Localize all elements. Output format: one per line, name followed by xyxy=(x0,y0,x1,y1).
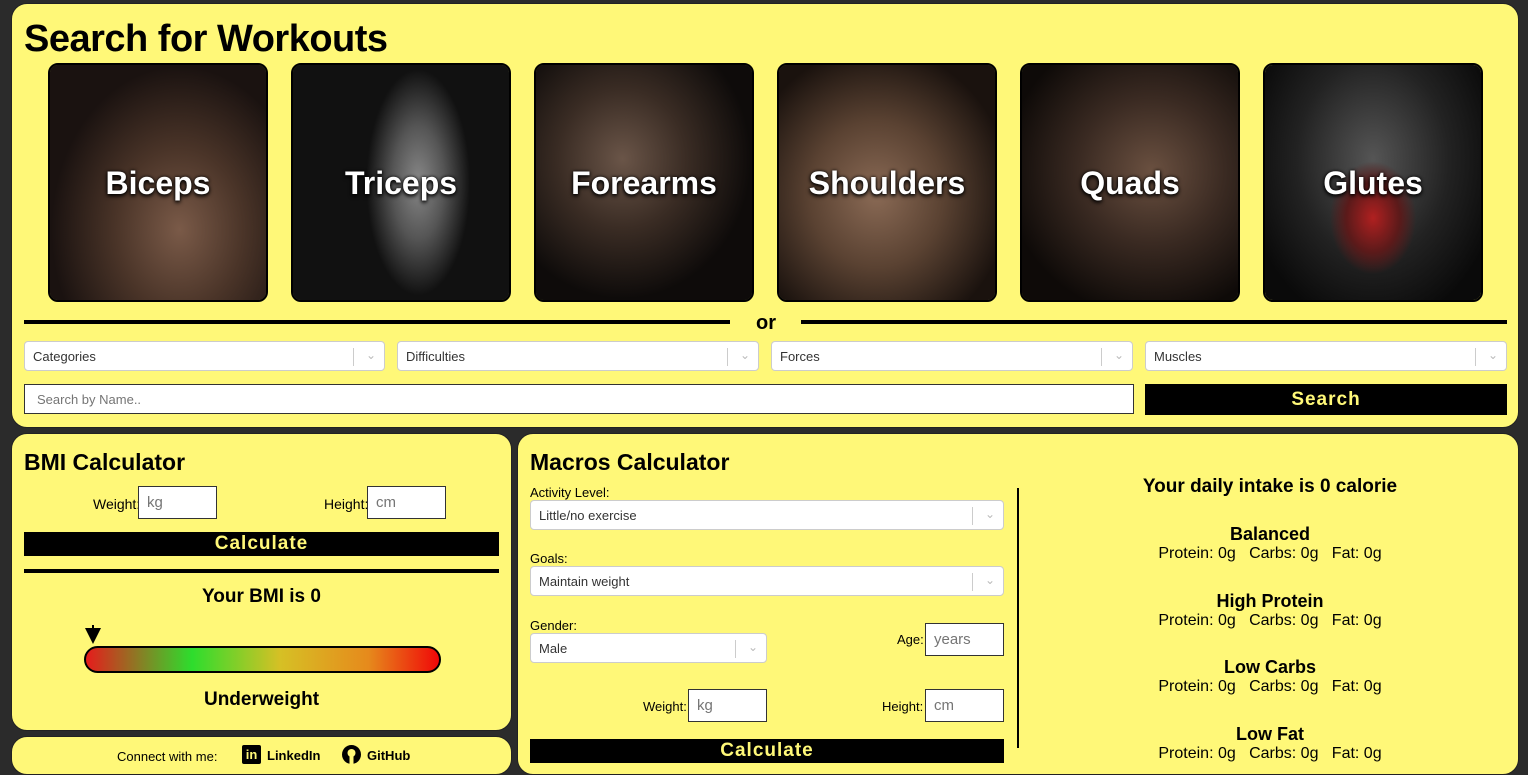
macros-title: Macros Calculator xyxy=(530,449,730,475)
muscles-select[interactable]: Muscles ⌄ xyxy=(1145,341,1507,371)
search-name-input[interactable] xyxy=(24,384,1134,414)
or-separator: or xyxy=(756,312,776,334)
age-label: Age: xyxy=(897,632,924,647)
bmi-calculate-button[interactable]: Calculate xyxy=(24,532,499,556)
bmi-title: BMI Calculator xyxy=(24,449,186,475)
diet-low-fat-name: Low Fat xyxy=(1236,724,1304,744)
muscle-card-label: Biceps xyxy=(105,165,211,201)
connect-text: Connect with me: xyxy=(117,749,218,764)
muscle-card-label: Forearms xyxy=(571,165,717,201)
bmi-weight-label: Weight: xyxy=(93,496,141,512)
difficulties-select[interactable]: Difficulties ⌄ xyxy=(397,341,759,371)
macros-height-label: Height: xyxy=(882,699,924,714)
bmi-category: Underweight xyxy=(203,689,320,710)
divider-left xyxy=(24,320,730,324)
chevron-down-icon: ⌄ xyxy=(739,348,750,362)
muscle-card-label: Quads xyxy=(1080,165,1180,201)
muscle-card-label: Glutes xyxy=(1323,165,1423,201)
chevron-down-icon: ⌄ xyxy=(984,573,995,587)
chevron-down-icon: ⌄ xyxy=(1113,348,1124,362)
gender-select[interactable]: Male ⌄ xyxy=(530,633,767,663)
chevron-down-icon: ⌄ xyxy=(365,348,376,362)
bmi-height-label: Height: xyxy=(324,496,369,512)
diet-balanced-name: Balanced xyxy=(1229,524,1311,544)
muscle-card-shoulders[interactable]: Shoulders xyxy=(777,63,997,302)
muscle-card-biceps[interactable]: Biceps xyxy=(48,63,268,302)
muscle-card-triceps[interactable]: Triceps xyxy=(291,63,511,302)
bmi-scale-bar xyxy=(84,646,441,673)
bmi-calculator-panel: BMI Calculator Weight: Height: Calculate… xyxy=(11,433,512,731)
page-title: Search for Workouts xyxy=(24,18,388,60)
macros-vertical-divider xyxy=(1017,488,1019,748)
search-button[interactable]: Search xyxy=(1145,384,1507,415)
activity-level-select[interactable]: Little/no exercise ⌄ xyxy=(530,500,1004,530)
bmi-divider xyxy=(24,569,499,573)
chevron-down-icon: ⌄ xyxy=(747,640,758,654)
chevron-down-icon: ⌄ xyxy=(1487,348,1498,362)
muscle-card-quads[interactable]: Quads xyxy=(1020,63,1240,302)
macros-calculator-panel: Macros Calculator Activity Level: Little… xyxy=(517,433,1519,775)
diet-balanced-values: Protein: 0g Carbs: 0g Fat: 0g xyxy=(1158,545,1382,562)
diet-high-protein-name: High Protein xyxy=(1216,591,1324,611)
chevron-down-icon: ⌄ xyxy=(984,507,995,521)
daily-intake: Your daily intake is 0 calorie xyxy=(1142,476,1398,497)
forces-select[interactable]: Forces ⌄ xyxy=(771,341,1133,371)
macros-height-input[interactable] xyxy=(925,689,1004,722)
goals-select[interactable]: Maintain weight ⌄ xyxy=(530,566,1004,596)
muscle-card-label: Shoulders xyxy=(808,165,966,201)
muscle-card-forearms[interactable]: Forearms xyxy=(534,63,754,302)
muscle-card-glutes[interactable]: Glutes xyxy=(1263,63,1483,302)
macros-weight-input[interactable] xyxy=(688,689,767,722)
diet-low-carbs-name: Low Carbs xyxy=(1223,657,1316,677)
macros-weight-label: Weight: xyxy=(643,699,687,714)
linkedin-icon: in xyxy=(242,745,261,764)
bmi-pointer-icon xyxy=(85,628,101,644)
bmi-weight-input[interactable] xyxy=(138,486,217,519)
macros-calculate-button[interactable]: Calculate xyxy=(530,739,1004,763)
diet-high-protein-values: Protein: 0g Carbs: 0g Fat: 0g xyxy=(1158,612,1382,629)
divider-right xyxy=(801,320,1507,324)
muscle-card-label: Triceps xyxy=(344,165,458,201)
workout-search-panel: Search for Workouts Biceps Triceps Forea… xyxy=(11,3,1519,428)
age-input[interactable] xyxy=(925,623,1004,656)
diet-low-fat-values: Protein: 0g Carbs: 0g Fat: 0g xyxy=(1158,745,1382,762)
diet-low-carbs-values: Protein: 0g Carbs: 0g Fat: 0g xyxy=(1158,678,1382,695)
categories-select[interactable]: Categories ⌄ xyxy=(24,341,385,371)
bmi-result: Your BMI is 0 xyxy=(202,586,321,607)
activity-level-label: Activity Level: xyxy=(530,485,610,500)
gender-label: Gender: xyxy=(530,618,577,633)
goals-label: Goals: xyxy=(530,551,568,566)
github-icon xyxy=(342,745,361,764)
social-links-panel: Connect with me: in LinkedIn GitHub xyxy=(11,736,512,775)
bmi-height-input[interactable] xyxy=(367,486,446,519)
